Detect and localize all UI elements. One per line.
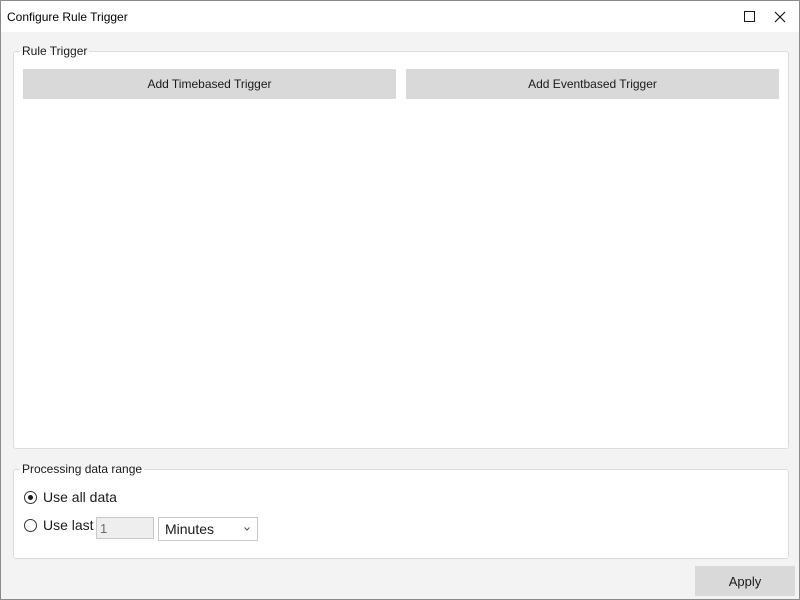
window-title: Configure Rule Trigger — [7, 10, 128, 24]
configure-rule-trigger-window: Configure Rule Trigger Rule Trigger Add … — [0, 0, 800, 600]
last-value-input[interactable] — [96, 517, 154, 539]
use-all-data-option[interactable]: Use all data — [24, 489, 117, 505]
rule-trigger-group: Rule Trigger Add Timebased Trigger Add E… — [13, 43, 789, 449]
apply-button[interactable]: Apply — [695, 566, 795, 596]
processing-range-legend: Processing data range — [20, 461, 145, 477]
time-unit-select[interactable]: Minutes — [158, 517, 258, 541]
use-last-radio[interactable] — [24, 518, 37, 532]
processing-data-range-group: Processing data range Use all data Use l… — [13, 461, 789, 559]
title-bar: Configure Rule Trigger — [1, 1, 799, 32]
maximize-button[interactable] — [734, 1, 764, 32]
use-last-label[interactable]: Use last — [43, 517, 94, 533]
time-unit-value: Minutes — [165, 521, 215, 537]
chevron-down-icon — [244, 527, 250, 531]
rule-trigger-legend: Rule Trigger — [20, 43, 90, 59]
add-timebased-trigger-button[interactable]: Add Timebased Trigger — [23, 69, 396, 99]
use-last-option[interactable]: Use last — [24, 517, 94, 533]
close-button[interactable] — [765, 1, 795, 32]
close-icon — [774, 11, 786, 22]
use-all-data-radio[interactable] — [24, 490, 37, 504]
use-all-data-label[interactable]: Use all data — [43, 489, 117, 505]
maximize-icon — [743, 11, 755, 22]
add-eventbased-trigger-button[interactable]: Add Eventbased Trigger — [406, 69, 779, 99]
